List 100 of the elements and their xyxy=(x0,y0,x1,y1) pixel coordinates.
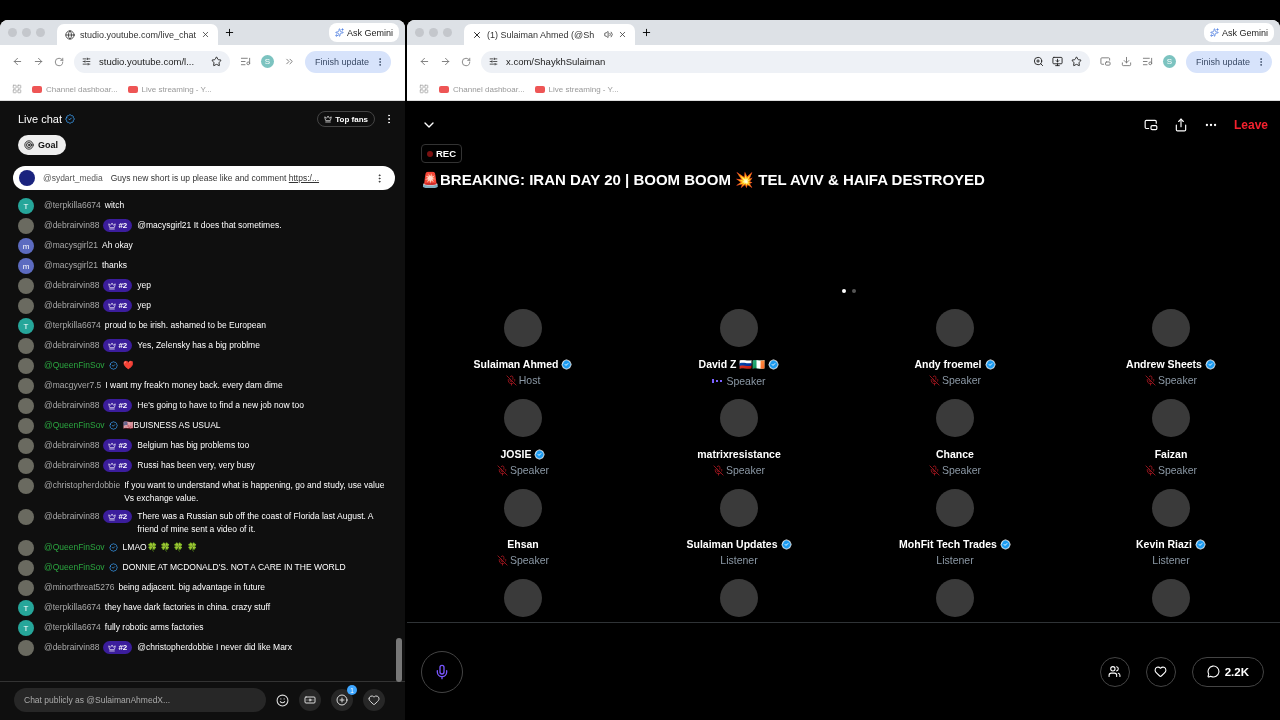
chat-message: Yes, Zelensky has a big problme xyxy=(137,339,260,352)
share-icon[interactable] xyxy=(1173,118,1188,132)
chat-message: I want my freak'n money back. every dam dime xyxy=(105,379,283,392)
finish-update-button[interactable]: Finish update xyxy=(305,50,392,73)
crown-icon xyxy=(108,512,117,521)
chevrons-icon[interactable] xyxy=(284,56,295,67)
bookmark-star-icon[interactable] xyxy=(1070,56,1082,67)
chat-author[interactable]: @minorthreat5276 xyxy=(44,581,115,594)
reload-icon[interactable] xyxy=(54,56,64,67)
chat-author[interactable]: @debrairvin88 xyxy=(44,459,100,472)
rank-label: #2 xyxy=(118,300,128,312)
comments-button[interactable]: 2.2K xyxy=(1191,656,1264,687)
people-button[interactable] xyxy=(1099,656,1130,687)
chat-author[interactable]: @QueenFinSov xyxy=(44,359,105,372)
letter-avatar: T xyxy=(18,600,34,616)
chat-author[interactable]: @QueenFinSov xyxy=(44,541,105,554)
browser-tab[interactable]: studio.youtube.com/live_chat xyxy=(57,24,218,45)
chat-author[interactable]: @terpkilla6674 xyxy=(44,199,101,212)
participant-role: Listener xyxy=(1152,554,1190,566)
crown-icon xyxy=(108,401,117,410)
chat-author[interactable]: @terpkilla6674 xyxy=(44,621,101,634)
back-icon[interactable] xyxy=(419,56,430,67)
forward-icon[interactable] xyxy=(33,56,44,67)
participant-role: Speaker xyxy=(726,375,766,387)
space-title: 🚨BREAKING: IRAN DAY 20 | BOOM BOOM 💥 TEL AVIV & HAIFA DESTROYED xyxy=(421,171,986,189)
heart-icon xyxy=(1154,665,1168,678)
chat-author[interactable]: @debrairvin88 xyxy=(44,399,100,412)
participant-name: Faizan xyxy=(1154,448,1188,460)
banknote-icon xyxy=(304,694,316,706)
avatar-placeholder xyxy=(19,170,35,186)
scrollbar[interactable] xyxy=(396,638,402,682)
crown-icon xyxy=(108,281,117,290)
bookmark-star-icon[interactable] xyxy=(211,56,222,67)
chat-author[interactable]: @debrairvin88 xyxy=(44,299,100,312)
goal-button[interactable]: Goal xyxy=(18,135,66,155)
chat-author[interactable]: @macysgirl21 xyxy=(44,239,98,252)
minimize-icon[interactable] xyxy=(1143,118,1158,132)
heart-button[interactable] xyxy=(363,689,385,711)
forward-icon[interactable] xyxy=(440,56,451,67)
install-icon[interactable] xyxy=(1051,56,1063,67)
media-icon[interactable] xyxy=(1141,56,1153,67)
chat-author[interactable]: @debrairvin88 xyxy=(44,510,100,523)
chat-author[interactable]: @debrairvin88 xyxy=(44,279,100,292)
pinned-link[interactable]: https:/... xyxy=(288,173,320,183)
apps-icon[interactable] xyxy=(419,84,429,94)
chat-input[interactable]: Chat publicly as @SulaimanAhmedX... xyxy=(14,688,266,712)
address-bar[interactable]: x.com/ShaykhSulaiman xyxy=(481,50,1090,73)
finish-update-button[interactable]: Finish update xyxy=(1185,50,1272,73)
chat-author[interactable]: @QueenFinSov xyxy=(44,419,105,432)
chat-author[interactable]: @christopherdobbie xyxy=(44,479,121,492)
emoji-icon[interactable] xyxy=(276,693,289,707)
download-icon[interactable] xyxy=(1120,56,1132,67)
browser-tab[interactable]: (1) Sulaiman Ahmed (@Sh xyxy=(464,24,635,45)
close-icon[interactable] xyxy=(201,30,210,39)
chat-author[interactable]: @terpkilla6674 xyxy=(44,601,101,614)
zoom-icon[interactable] xyxy=(1032,56,1044,67)
mic-button[interactable] xyxy=(421,650,463,693)
super-chat-button[interactable] xyxy=(299,689,321,711)
letter-avatar: T xyxy=(18,198,34,214)
apps-icon[interactable] xyxy=(12,84,22,94)
participant-role: Speaker xyxy=(941,374,982,386)
address-bar[interactable]: studio.youtube.com/l... xyxy=(74,50,230,73)
chat-author[interactable]: @debrairvin88 xyxy=(44,641,100,654)
participant-role: Listener xyxy=(720,554,758,566)
site-settings-icon[interactable] xyxy=(82,57,91,66)
close-icon[interactable] xyxy=(618,30,627,39)
participant-role: Speaker xyxy=(509,464,550,476)
leave-button[interactable]: Leave xyxy=(1233,118,1268,132)
chat-author[interactable]: @macgyver7.5 xyxy=(44,379,102,392)
chat-author[interactable]: @debrairvin88 xyxy=(44,339,100,352)
page-dot[interactable] xyxy=(841,289,846,293)
letter-avatar: m xyxy=(18,258,34,274)
back-icon[interactable] xyxy=(12,56,23,67)
speaker-icon[interactable] xyxy=(604,30,613,39)
chat-author[interactable]: @debrairvin88 xyxy=(44,219,100,232)
reader-icon[interactable] xyxy=(1099,56,1111,67)
ask-gemini-button[interactable]: Ask Gemini xyxy=(329,23,399,42)
chat-message: yep xyxy=(137,279,152,292)
chat-author[interactable]: @macysgirl21 xyxy=(44,259,98,272)
reload-icon[interactable] xyxy=(461,56,471,67)
new-tab-icon[interactable] xyxy=(224,27,235,38)
page-dot[interactable] xyxy=(851,289,856,293)
media-icon[interactable] xyxy=(240,56,251,67)
member-badge-icon xyxy=(108,421,118,430)
pinned-author: @sydart_media xyxy=(43,173,103,183)
chat-author[interactable]: @terpkilla6674 xyxy=(44,319,101,332)
chat-author[interactable]: @QueenFinSov xyxy=(44,561,105,574)
ask-gemini-button[interactable]: Ask Gemini xyxy=(1204,23,1274,42)
chat-author[interactable]: @debrairvin88 xyxy=(44,439,100,452)
chat-message: yep xyxy=(137,299,152,312)
crown-icon xyxy=(108,301,117,310)
rank-label: #2 xyxy=(118,220,128,232)
rank-label: #2 xyxy=(118,642,128,654)
new-tab-icon[interactable] xyxy=(641,27,652,38)
sparkle-icon xyxy=(335,28,344,37)
chat-message: proud to be irish. ashamed to be European xyxy=(104,319,266,332)
rank-label: #2 xyxy=(118,440,128,452)
site-settings-icon[interactable] xyxy=(489,57,498,66)
heart-button[interactable] xyxy=(1145,656,1176,687)
chat-message: being adjacent. big advantage in future xyxy=(118,581,266,594)
